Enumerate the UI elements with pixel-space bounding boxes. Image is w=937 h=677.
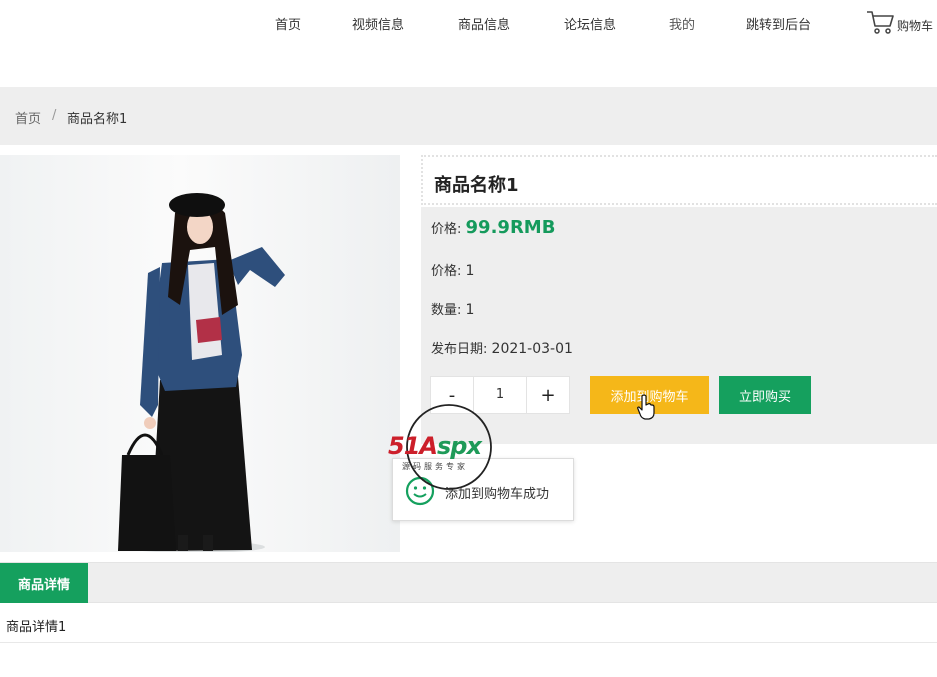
quantity-stepper: - 1 + [430,376,570,414]
nav-item-home[interactable]: 首页 [275,14,301,33]
tab-content: 商品详情1 [0,603,937,643]
price2-row: 价格: 1 [431,260,474,279]
nav-item-products[interactable]: 商品信息 [458,14,510,33]
date-row: 发布日期: 2021-03-01 [431,338,573,357]
price-value: 99.9RMB [465,217,556,238]
detail-tabbar: 商品详情 [0,562,937,603]
nav-item-admin[interactable]: 跳转到后台 [746,14,811,33]
buy-now-button[interactable]: 立即购买 [719,376,811,414]
price-row: 价格: 99.9RMB [431,217,555,238]
nav-item-videos[interactable]: 视频信息 [352,14,404,33]
smile-icon [405,476,435,506]
top-nav: 首页 视频信息 商品信息 论坛信息 我的 跳转到后台 购物车 [0,0,937,50]
success-toast: 添加到购物车成功 [392,458,574,521]
increment-button[interactable]: + [526,376,570,414]
decrement-button[interactable]: - [430,376,474,414]
product-title: 商品名称1 [434,175,519,196]
price-label: 价格: [431,222,462,237]
date-value: 2021-03-01 [491,341,573,357]
quantity-row: 数量: 1 [431,299,474,318]
date-label: 发布日期: [431,342,488,357]
product-details-text: 商品详情1 [6,620,67,635]
breadcrumb: 首页 / 商品名称1 [0,87,937,145]
quantity-value: 1 [465,302,475,318]
breadcrumb-current: 商品名称1 [67,112,128,127]
product-image [0,155,400,552]
quantity-label: 数量: [431,303,462,318]
price2-label: 价格: [431,264,462,279]
cart-link[interactable]: 购物车 [865,8,933,36]
price2-value: 1 [465,263,475,279]
tab-product-details[interactable]: 商品详情 [0,563,88,603]
breadcrumb-home[interactable]: 首页 [15,108,41,127]
nav-item-forum[interactable]: 论坛信息 [564,14,616,33]
product-photo-illustration [118,193,285,552]
breadcrumb-separator: / [52,108,57,123]
cart-label: 购物车 [897,19,934,33]
shopping-cart-icon [867,11,894,34]
toast-message: 添加到购物车成功 [445,487,550,502]
nav-item-mine[interactable]: 我的 [669,14,695,33]
product-title-box: 商品名称1 [421,155,937,205]
quantity-input[interactable]: 1 [474,376,526,414]
hand-cursor-icon [637,394,655,420]
